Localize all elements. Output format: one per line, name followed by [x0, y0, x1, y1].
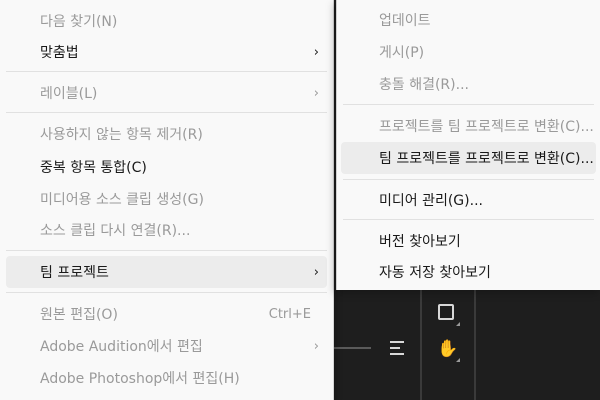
menu-item-label: 소스 클립 다시 연결(R)... [40, 223, 191, 239]
tool-flyout-indicator [456, 358, 460, 362]
menu-item-remove-unused[interactable]: 사용하지 않는 항목 제거(R) [6, 119, 327, 149]
menu-item-spelling[interactable]: 맞춤법 › [6, 37, 327, 67]
chevron-right-icon: › [313, 338, 319, 354]
zoom-slider[interactable] [333, 347, 371, 349]
chevron-right-icon: › [313, 85, 319, 101]
panel-divider [420, 290, 422, 400]
menu-item-label: 미디어 관리(G)... [379, 193, 483, 209]
menu-separator [343, 179, 594, 180]
menu-item-consolidate-duplicates[interactable]: 중복 항목 통합(C) [6, 152, 327, 182]
chevron-right-icon: › [313, 44, 319, 60]
menu-separator [343, 219, 594, 220]
menu-item-label: 다음 찾기(N) [40, 14, 118, 30]
submenu-item-browse-auto-saves[interactable]: 자동 저장 찾아보기 [341, 257, 596, 287]
submenu-item-media-management[interactable]: 미디어 관리(G)... [341, 185, 596, 215]
menu-separator [6, 112, 327, 113]
app-panel-background [330, 290, 600, 400]
menu-item-label: 업데이트 [379, 13, 431, 29]
menu-separator [6, 292, 327, 293]
menu-item-label: 팀 프로젝트를 프로젝트로 변환(C)... [379, 151, 594, 167]
chevron-right-icon: › [313, 264, 319, 280]
menu-item-label: 팀 프로젝트 [40, 265, 109, 281]
rectangle-tool-icon[interactable] [438, 304, 454, 320]
menu-item-create-source-clip[interactable]: 미디어용 소스 클립 생성(G) [6, 184, 327, 214]
menu-item-label: 레이블(L) [40, 86, 98, 102]
menu-item-team-project[interactable]: 팀 프로젝트 › [6, 256, 327, 288]
tool-flyout-indicator [456, 322, 460, 326]
menu-separator [6, 250, 327, 251]
submenu-item-publish[interactable]: 게시(P) [341, 37, 596, 67]
panel-divider [474, 290, 476, 400]
menu-item-label: 게시(P) [379, 45, 425, 61]
submenu-item-resolve-conflicts[interactable]: 충돌 해결(R)... [341, 69, 596, 99]
menu-item-label: 미디어용 소스 클립 생성(G) [40, 192, 204, 208]
menu-item-label: 충돌 해결(R)... [379, 77, 469, 93]
menu-item-find-next[interactable]: 다음 찾기(N) [6, 6, 327, 36]
menu-item-edit-in-audition[interactable]: Adobe Audition에서 편집 › [6, 331, 327, 361]
submenu-item-update[interactable]: 업데이트 [341, 5, 596, 35]
team-project-submenu: 업데이트 게시(P) 충돌 해결(R)... 프로젝트를 팀 프로젝트로 변환(… [336, 0, 600, 290]
menu-item-label: 사용하지 않는 항목 제거(R) [40, 127, 203, 143]
menu-item-label: Adobe Photoshop에서 편집(H) [40, 371, 240, 387]
menu-item-shortcut: Ctrl+E [268, 306, 311, 322]
menu-separator [343, 104, 594, 105]
submenu-item-browse-versions[interactable]: 버전 찾아보기 [341, 226, 596, 256]
menu-item-label: 원본 편집(O) [40, 307, 118, 323]
menu-item-relink-source-clip[interactable]: 소스 클립 다시 연결(R)... [6, 215, 327, 245]
menu-separator [6, 71, 327, 72]
submenu-item-convert-to-project[interactable]: 팀 프로젝트를 프로젝트로 변환(C)... [341, 142, 596, 174]
menu-item-label: Adobe Audition에서 편집 [40, 339, 203, 355]
menu-item-label-submenu[interactable]: 레이블(L) › [6, 78, 327, 108]
menu-item-edit-original[interactable]: 원본 편집(O) Ctrl+E [6, 299, 327, 329]
hand-tool-icon[interactable]: ✋ [437, 341, 458, 358]
menu-item-label: 버전 찾아보기 [379, 234, 461, 250]
menu-item-label: 자동 저장 찾아보기 [379, 265, 491, 281]
menu-item-label: 맞춤법 [40, 45, 79, 61]
wrap-lines-icon[interactable] [390, 341, 406, 359]
menu-item-label: 프로젝트를 팀 프로젝트로 변환(C)... [379, 119, 594, 135]
menu-item-label: 중복 항목 통합(C) [40, 160, 147, 176]
menu-item-edit-in-photoshop[interactable]: Adobe Photoshop에서 편집(H) [6, 363, 327, 393]
edit-context-menu: 다음 찾기(N) 맞춤법 › 레이블(L) › 사용하지 않는 항목 제거(R)… [0, 0, 334, 400]
submenu-item-convert-to-team-project[interactable]: 프로젝트를 팀 프로젝트로 변환(C)... [341, 111, 596, 141]
